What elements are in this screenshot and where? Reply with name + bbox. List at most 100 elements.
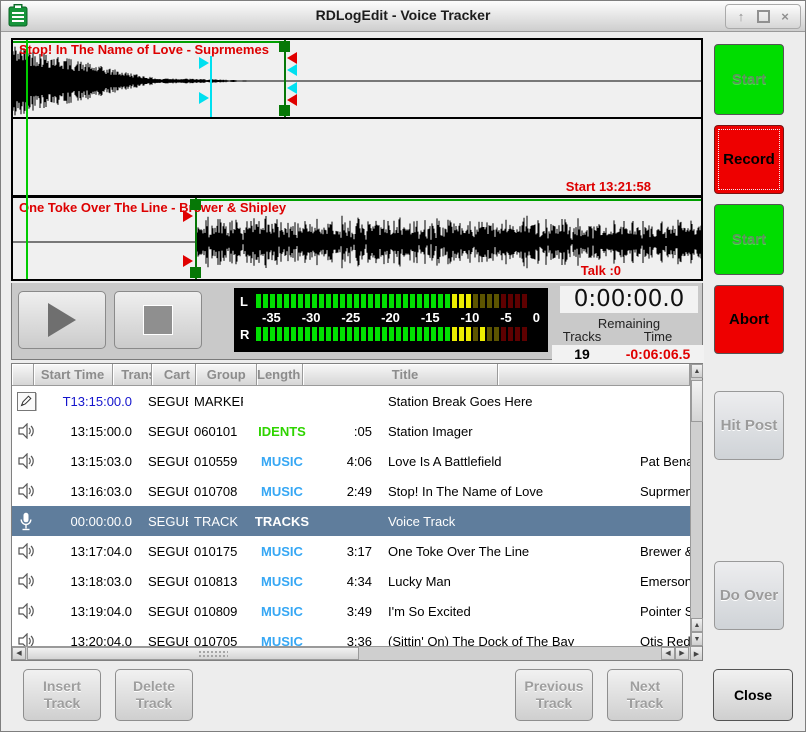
meter-segment xyxy=(270,327,275,341)
segue-end-handle[interactable] xyxy=(279,105,290,116)
meter-segment xyxy=(403,327,408,341)
next-track-button[interactable]: Next Track xyxy=(607,669,683,721)
meter-segment xyxy=(508,294,513,308)
log-cell-trans: SEGUE xyxy=(140,484,188,499)
start-handle-top[interactable] xyxy=(190,199,201,210)
start-marker-arrow-top[interactable] xyxy=(183,210,193,222)
log-header-start-time[interactable]: Start Time xyxy=(34,364,113,386)
log-cell-trans: SEGUE xyxy=(140,514,188,529)
log-cell-len: 4:34 xyxy=(321,574,378,589)
scroll-left2-icon[interactable]: ◀ xyxy=(661,647,675,660)
elapsed-time-display: 0:00:00.0 xyxy=(560,286,698,313)
speaker-icon xyxy=(18,543,35,559)
log-row[interactable]: 13:17:04.0SEGUE010175MUSIC3:17One Toke O… xyxy=(12,536,690,566)
log-cell-title: Lucky Man xyxy=(378,574,628,589)
segue-start-handle[interactable] xyxy=(279,41,290,52)
log-row[interactable]: 13:15:03.0SEGUE010559MUSIC4:06Love Is A … xyxy=(12,446,690,476)
log-header-blank[interactable] xyxy=(12,364,34,386)
log-row[interactable]: 13:20:04.0SEGUE010705MUSIC3:36(Sittin' O… xyxy=(12,626,690,646)
talk-start-marker[interactable] xyxy=(199,57,209,69)
meter-segment xyxy=(515,294,520,308)
meter-segment xyxy=(410,294,415,308)
scrollbar-corner[interactable]: ▶ xyxy=(690,646,702,660)
start-track2-button[interactable]: Start xyxy=(714,204,784,275)
delete-track-button[interactable]: Delete Track xyxy=(115,669,193,721)
transport-bar: L -35-30-25-20-15-10-50 R 0:00:00.0 Rema… xyxy=(11,283,703,360)
end-marker-bottom[interactable] xyxy=(287,94,297,106)
record-button[interactable]: Record xyxy=(714,125,784,194)
meter-segment xyxy=(417,327,422,341)
start-marker-arrow-bottom[interactable] xyxy=(183,255,193,267)
next-track-waveform[interactable]: One Toke Over The Line - Brewer & Shiple… xyxy=(13,198,701,279)
talk-marker-line xyxy=(210,56,212,117)
log-header-trans[interactable]: Trans xyxy=(113,364,152,386)
scroll-down-icon[interactable]: ▼ xyxy=(691,632,703,646)
start-handle-bottom[interactable] xyxy=(190,267,201,278)
meter-scale-tick: -35 xyxy=(262,309,281,326)
previous-track-button[interactable]: Previous Track xyxy=(515,669,593,721)
meter-segment xyxy=(347,294,352,308)
shade-window-icon[interactable]: ↑ xyxy=(730,8,752,26)
meter-segment xyxy=(291,294,296,308)
log-row[interactable]: 13:18:03.0SEGUE010813MUSIC4:34Lucky ManE… xyxy=(12,566,690,596)
microphone-icon xyxy=(20,512,32,531)
fade-marker-top[interactable] xyxy=(287,64,297,76)
meter-segment xyxy=(438,294,443,308)
log-cell-start: 13:16:03.0 xyxy=(40,484,140,499)
do-over-button[interactable]: Do Over xyxy=(714,561,784,630)
log-row[interactable]: 13:15:00.0SEGUE060101IDENTS:05Station Im… xyxy=(12,416,690,446)
playback-cursor[interactable] xyxy=(26,40,28,279)
maximize-window-icon[interactable] xyxy=(752,8,774,26)
meter-segment xyxy=(312,327,317,341)
horizontal-scrollbar[interactable]: ◀ ◀ ▶ xyxy=(12,646,690,660)
meter-segment xyxy=(326,294,331,308)
scroll-right-icon[interactable]: ▶ xyxy=(675,647,689,660)
log-cell-start: T13:15:00.0 xyxy=(40,394,140,409)
log-row[interactable]: T13:15:00.0SEGUEMARKERStation Break Goes… xyxy=(12,386,690,416)
log-row[interactable]: 00:00:00.0SEGUETRACKTRACKSVoice Track xyxy=(12,506,690,536)
log-cell-artist: Pointer Sisters xyxy=(628,604,690,619)
log-cell-cart: 010559 xyxy=(188,454,243,469)
vertical-scroll-thumb[interactable] xyxy=(691,380,703,422)
log-header-blank[interactable] xyxy=(498,364,690,386)
log-cell-artist: Pat Benatar xyxy=(628,454,690,469)
scroll-up-icon[interactable]: ▲ xyxy=(691,364,703,378)
hit-post-button[interactable]: Hit Post xyxy=(714,391,784,460)
log-row[interactable]: 13:19:04.0SEGUE010809MUSIC3:49I'm So Exc… xyxy=(12,596,690,626)
meter-segment xyxy=(263,327,268,341)
meter-segment xyxy=(410,327,415,341)
close-button[interactable]: Close xyxy=(713,669,793,721)
log-cell-icon xyxy=(12,633,40,646)
log-header-cart[interactable]: Cart xyxy=(152,364,196,386)
end-marker-top[interactable] xyxy=(287,52,297,64)
fade-marker-bottom[interactable] xyxy=(287,82,297,94)
talk-end-marker[interactable] xyxy=(199,92,209,104)
play-button[interactable] xyxy=(18,291,106,349)
start-track1-button[interactable]: Start xyxy=(714,44,784,115)
log-cell-trans: SEGUE xyxy=(140,634,188,647)
meter-segment xyxy=(368,294,373,308)
log-row[interactable]: 13:16:03.0SEGUE010708MUSIC2:49Stop! In T… xyxy=(12,476,690,506)
log-header-title[interactable]: Title xyxy=(303,364,499,386)
voice-track-region[interactable]: Start 13:21:58 xyxy=(13,119,701,198)
remaining-tracks-value: 19 xyxy=(552,345,612,363)
stop-button[interactable] xyxy=(114,291,202,349)
log-header-group[interactable]: Group xyxy=(196,364,257,386)
log-cell-group: MUSIC xyxy=(243,544,321,559)
horizontal-scroll-thumb[interactable] xyxy=(27,647,359,660)
scroll-left-icon[interactable]: ◀ xyxy=(12,647,26,660)
meter-segment xyxy=(515,327,520,341)
log-header-length[interactable]: Length xyxy=(257,364,303,386)
remaining-time-value: -0:06:06.5 xyxy=(612,345,704,363)
meter-segment xyxy=(508,327,513,341)
abort-button[interactable]: Abort xyxy=(714,285,784,354)
vertical-scrollbar[interactable]: ▲ ▲ ▼ xyxy=(690,364,702,646)
meter-segment xyxy=(319,294,324,308)
insert-track-button[interactable]: Insert Track xyxy=(23,669,101,721)
previous-track-waveform[interactable]: Stop! In The Name of Love - Suprmemes xyxy=(13,40,701,119)
meter-segment xyxy=(361,294,366,308)
log-cell-icon xyxy=(12,392,40,411)
close-window-icon[interactable]: × xyxy=(774,8,796,26)
audio-level-meter: L -35-30-25-20-15-10-50 R xyxy=(234,288,548,352)
scroll-up2-icon[interactable]: ▲ xyxy=(691,618,703,632)
